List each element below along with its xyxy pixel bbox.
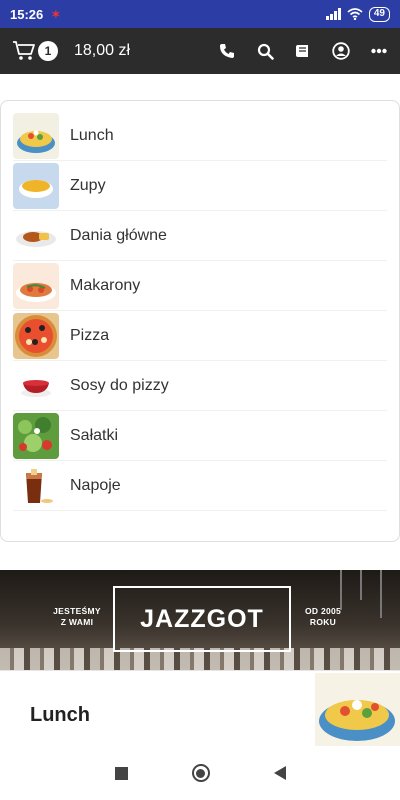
phone-icon <box>220 44 234 58</box>
cart-button[interactable]: 1 <box>12 40 58 62</box>
signal-icon <box>325 8 341 20</box>
lunch-thumbnail <box>13 112 59 159</box>
more-icon <box>371 48 387 54</box>
notification-icon: ✶ <box>51 8 61 21</box>
account-button[interactable] <box>332 42 350 60</box>
banner-right-text: OD 2005 ROKU <box>304 606 342 627</box>
category-item-napoje[interactable]: Napoje <box>13 461 387 511</box>
category-label: Sosy do pizzy <box>70 376 169 394</box>
recent-apps-button[interactable] <box>114 766 128 780</box>
main-dish-thumbnail <box>13 212 59 259</box>
search-button[interactable] <box>256 42 274 60</box>
soup-thumbnail <box>13 162 59 209</box>
category-label: Pizza <box>70 326 110 344</box>
drink-thumbnail <box>13 462 59 509</box>
category-item-dania-glowne[interactable]: Dania główne <box>13 211 387 261</box>
category-label: Makarony <box>70 276 141 294</box>
category-item-sosy-do-pizzy[interactable]: Sosy do pizzy <box>13 361 387 411</box>
status-bar: 15:26 ✶ 49 <box>0 0 400 28</box>
brand-logo: JAZZGOT <box>113 586 291 652</box>
category-item-pizza[interactable]: Pizza <box>13 311 387 361</box>
category-label: Napoje <box>70 476 121 494</box>
lunch-section[interactable]: Lunch <box>0 670 400 747</box>
home-button[interactable] <box>191 764 210 782</box>
category-label: Dania główne <box>70 226 167 244</box>
category-label: Lunch <box>70 126 114 144</box>
book-icon <box>296 45 308 57</box>
pasta-thumbnail <box>13 262 59 309</box>
category-list: Lunch Zupy Dania główne Makarony Pizza S… <box>0 100 400 542</box>
app-actions <box>218 42 388 60</box>
cart-total: 18,00 zł <box>74 42 131 59</box>
status-time: 15:26 <box>10 6 44 22</box>
section-title: Lunch <box>30 704 90 726</box>
battery-indicator: 49 <box>368 6 390 22</box>
category-item-zupy[interactable]: Zupy <box>13 161 387 211</box>
salad-thumbnail <box>13 412 59 459</box>
category-label: Sałatki <box>70 426 119 444</box>
pizza-thumbnail <box>13 312 59 359</box>
category-item-makarony[interactable]: Makarony <box>13 261 387 311</box>
category-label: Zupy <box>70 176 106 194</box>
menu-book-button[interactable] <box>294 42 312 60</box>
cart-icon <box>13 41 35 60</box>
account-icon <box>332 42 350 60</box>
more-button[interactable] <box>370 42 388 60</box>
lunch-section-image <box>315 673 400 747</box>
app-bar: 1 18,00 zł <box>0 28 400 74</box>
system-nav-bar <box>0 746 400 800</box>
category-item-lunch[interactable]: Lunch <box>13 111 387 161</box>
cart-count-badge: 1 <box>38 41 58 61</box>
category-item-salatki[interactable]: Sałatki <box>13 411 387 461</box>
banner-left-text: JESTEŚMY Z WAMI <box>53 606 101 627</box>
phone-button[interactable] <box>218 42 236 60</box>
sauce-thumbnail <box>13 362 59 409</box>
restaurant-banner: JESTEŚMY Z WAMI JAZZGOT OD 2005 ROKU <box>0 570 400 670</box>
back-button[interactable] <box>273 766 286 780</box>
search-icon <box>257 43 274 60</box>
status-icons: 49 <box>325 6 390 22</box>
wifi-icon <box>347 8 363 20</box>
